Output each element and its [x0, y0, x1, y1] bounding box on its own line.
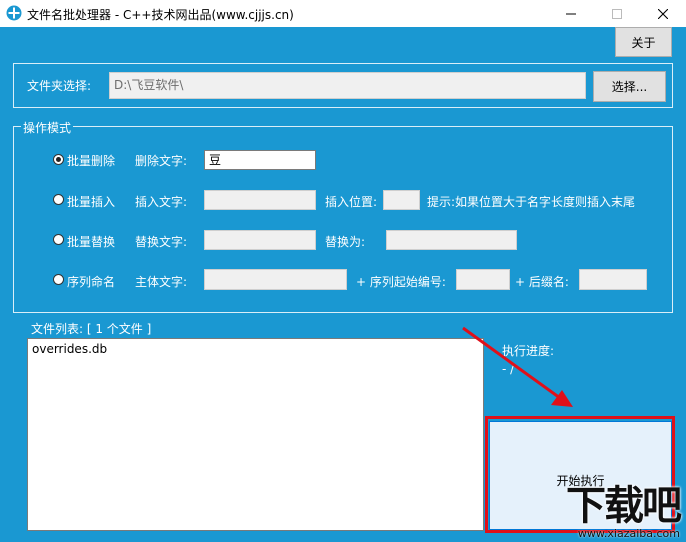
- replace-with-label: 替换为:: [325, 235, 366, 249]
- client-area: 关于 文件夹选择: D:\飞豆软件\ 选择... 操作模式 批量删除 删除文字:…: [0, 27, 686, 542]
- title-bar: 文件名批处理器 - C++技术网出品(www.cjjjs.cn): [0, 0, 686, 27]
- close-icon: [658, 8, 668, 19]
- suffix-label: + 后缀名:: [515, 275, 569, 289]
- choose-folder-button[interactable]: 选择...: [593, 71, 666, 102]
- sequence-start-input[interactable]: [456, 269, 510, 290]
- file-list[interactable]: overrides.db: [27, 338, 484, 531]
- watermark-url: www.xiazaiba.com: [577, 527, 680, 540]
- maximize-icon: [612, 8, 622, 19]
- close-button[interactable]: [640, 0, 686, 27]
- radio-batch-replace[interactable]: [53, 234, 64, 245]
- replace-text-input[interactable]: [204, 230, 316, 250]
- insert-text-input[interactable]: [204, 190, 316, 210]
- app-icon: [6, 5, 22, 21]
- radio-batch-delete[interactable]: [53, 154, 64, 165]
- maximize-button[interactable]: [594, 0, 640, 27]
- minimize-icon: [566, 13, 576, 14]
- radio-batch-insert-label: 批量插入: [67, 195, 116, 209]
- main-text-input[interactable]: [204, 269, 347, 290]
- file-list-header: 文件列表: [ 1 个文件 ]: [31, 322, 152, 336]
- list-item[interactable]: overrides.db: [32, 342, 107, 356]
- main-text-label: 主体文字:: [135, 275, 188, 289]
- delete-text-input[interactable]: 豆: [204, 150, 316, 170]
- insert-position-label: 插入位置:: [325, 195, 378, 209]
- window-title: 文件名批处理器 - C++技术网出品(www.cjjjs.cn): [27, 8, 294, 22]
- replace-text-label: 替换文字:: [135, 235, 188, 249]
- delete-text-label: 删除文字:: [135, 154, 188, 168]
- about-button[interactable]: 关于: [615, 27, 672, 57]
- watermark: 下载吧 www.xiazaiba.com: [566, 483, 682, 540]
- watermark-brand: 下载吧: [566, 483, 682, 529]
- annotation-arrow-icon: [462, 326, 573, 407]
- folder-label: 文件夹选择:: [27, 79, 92, 93]
- sequence-start-label: + 序列起始编号:: [356, 275, 446, 289]
- mode-group-label: 操作模式: [21, 119, 74, 136]
- insert-position-input[interactable]: [383, 190, 420, 210]
- radio-batch-replace-label: 批量替换: [67, 235, 116, 249]
- replace-with-input[interactable]: [386, 230, 517, 250]
- radio-batch-delete-label: 批量删除: [67, 154, 116, 168]
- radio-batch-insert[interactable]: [53, 194, 64, 205]
- radio-sequence-naming-label: 序列命名: [67, 275, 116, 289]
- minimize-button[interactable]: [548, 0, 594, 27]
- radio-sequence-naming[interactable]: [53, 274, 64, 285]
- insert-hint: 提示:如果位置大于名字长度则插入末尾: [427, 195, 636, 209]
- suffix-input[interactable]: [579, 269, 647, 290]
- folder-path-input[interactable]: D:\飞豆软件\: [109, 72, 586, 99]
- insert-text-label: 插入文字:: [135, 195, 188, 209]
